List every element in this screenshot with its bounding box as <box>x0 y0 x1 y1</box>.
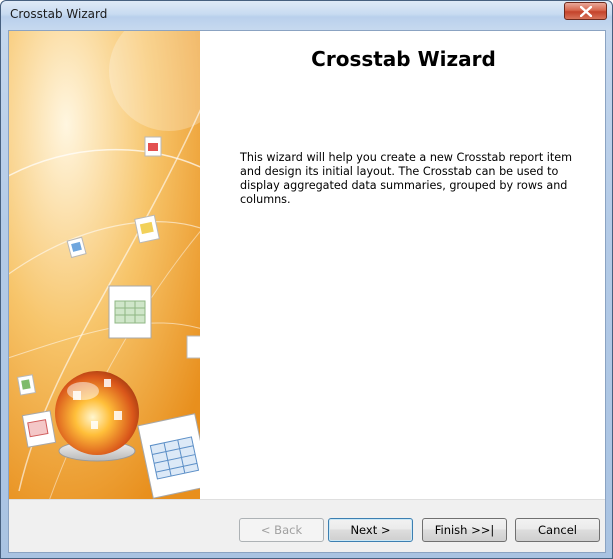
close-icon <box>580 6 592 17</box>
close-button[interactable] <box>564 2 607 20</box>
finish-button[interactable]: Finish >>| <box>422 518 507 542</box>
button-bar: < Back Next > Finish >>| Cancel <box>9 499 605 552</box>
document-icon <box>144 136 162 157</box>
document-icon <box>134 214 160 244</box>
cancel-button[interactable]: Cancel <box>515 518 600 542</box>
title-bar[interactable]: Crosstab Wizard <box>1 1 612 30</box>
wizard-banner-image <box>9 31 200 499</box>
crystal-ball-icon <box>55 371 139 462</box>
wizard-window: Crosstab Wizard Crosstab Wizard This wiz… <box>0 0 613 559</box>
wizard-description: This wizard will help you create a new C… <box>240 151 573 206</box>
page-title: Crosstab Wizard <box>311 47 496 71</box>
spreadsheet-document-icon <box>108 285 152 339</box>
document-icon <box>186 335 200 359</box>
next-button[interactable]: Next > <box>328 518 413 542</box>
window-title: Crosstab Wizard <box>10 7 108 21</box>
report-document-icon <box>21 410 57 448</box>
document-icon <box>16 374 37 396</box>
wizard-client-area: Crosstab Wizard This wizard will help yo… <box>8 30 606 553</box>
back-button[interactable]: < Back <box>239 518 324 542</box>
